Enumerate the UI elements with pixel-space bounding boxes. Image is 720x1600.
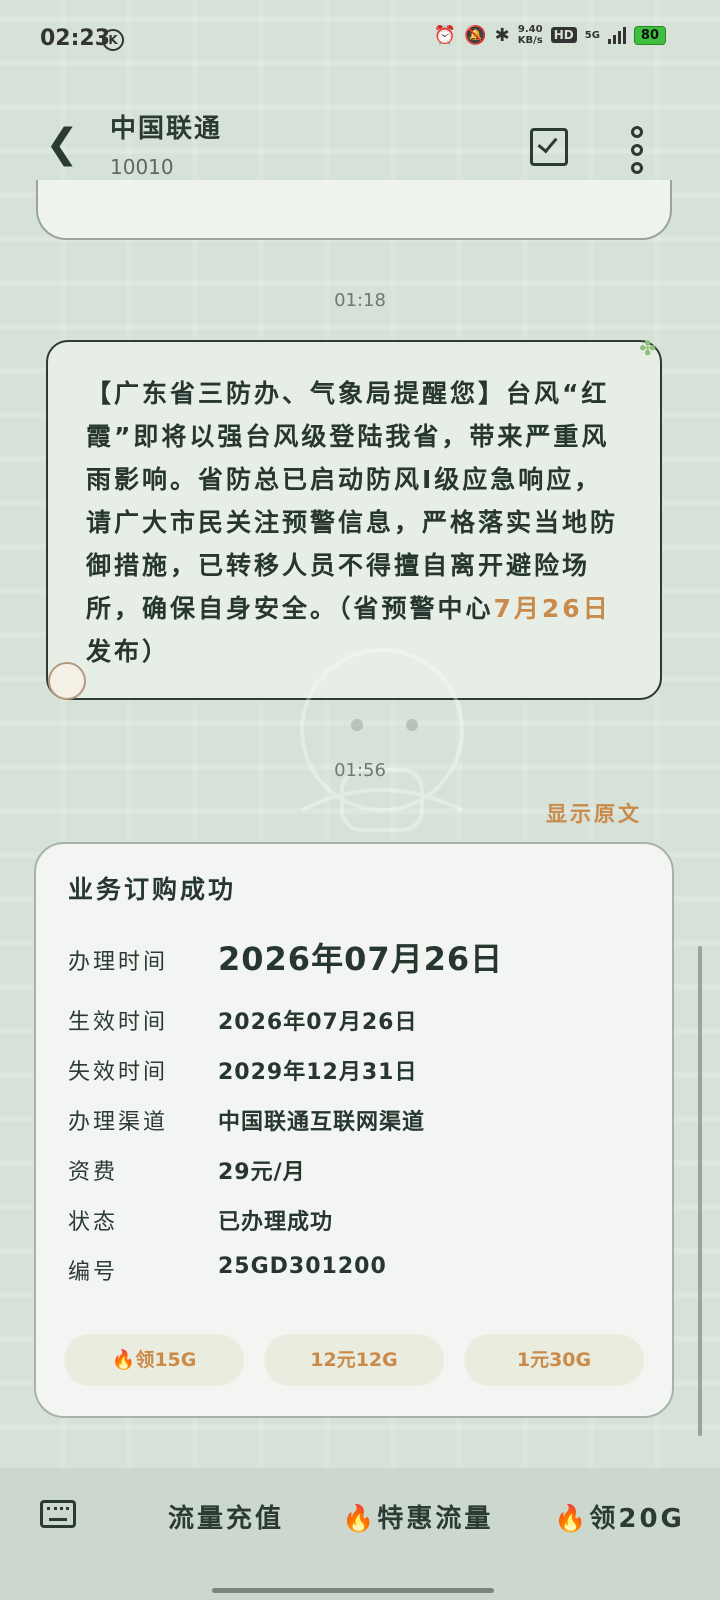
more-options-icon[interactable] (626, 126, 648, 174)
background-illustration (300, 648, 464, 832)
signal-icon (607, 26, 626, 44)
row-value: 2026年07月26日 (218, 1010, 418, 1035)
net-speed: 9.40 KB/s (517, 24, 543, 46)
claim-15g-button[interactable]: 🔥领15G (64, 1334, 244, 1386)
row-value: 已办理成功 (218, 1210, 334, 1235)
scrollbar[interactable] (698, 946, 702, 1436)
menu-claim-20g[interactable]: 🔥领20G (554, 1498, 685, 1535)
12yuan-12g-button[interactable]: 12元12G (264, 1334, 444, 1386)
network-type: 5G (584, 29, 600, 41)
show-original-link[interactable]: 显示原文 (546, 798, 642, 828)
row-value: 25GD301200 (218, 1254, 387, 1279)
keyboard-icon[interactable] (40, 1500, 76, 1528)
hd-badge: HD (550, 27, 577, 43)
fire-icon: 🔥 (111, 1349, 136, 1371)
contact-number: 10010 (110, 155, 174, 179)
date-link[interactable]: 7月26日 (494, 594, 611, 623)
row-value: 中国联通互联网渠道 (218, 1110, 426, 1135)
row-label: 生效时间 (68, 1010, 169, 1035)
menu-special-data[interactable]: 🔥特惠流量 (342, 1498, 493, 1535)
row-label: 办理渠道 (68, 1110, 169, 1135)
status-time: 02:23 (40, 26, 111, 51)
back-icon[interactable]: ❮ (42, 124, 82, 168)
status-icons: ⏰ 🔕 ✱ 9.40 KB/s HD 5G 80 (434, 24, 666, 46)
message-timestamp: 01:56 (334, 760, 386, 781)
status-bar: 02:23 K ⏰ 🔕 ✱ 9.40 KB/s HD 5G 80 (0, 0, 720, 80)
bluetooth-icon: ✱ (494, 24, 510, 46)
row-value: 2026年07月26日 (218, 940, 504, 978)
mute-icon: 🔕 (464, 24, 487, 46)
row-label: 失效时间 (68, 1060, 169, 1085)
previous-message-bubble (36, 180, 672, 240)
card-title: 业务订购成功 (68, 875, 237, 904)
1yuan-30g-button[interactable]: 1元30G (464, 1334, 644, 1386)
avatar (48, 662, 86, 700)
message-timestamp: 01:18 (334, 290, 386, 311)
row-label: 办理时间 (68, 950, 169, 975)
row-label: 状态 (68, 1210, 119, 1235)
battery-icon: 80 (633, 25, 666, 45)
clover-icon: ✤ (639, 336, 656, 360)
menu-data-recharge[interactable]: 流量充值 (168, 1498, 284, 1535)
row-label: 编号 (68, 1260, 119, 1285)
message-text: 【广东省三防办、气象局提醒您】台风“红霞”即将以强台风级登陆我省，带来严重风雨影… (86, 379, 619, 666)
select-checkbox-icon[interactable] (530, 128, 568, 166)
row-label: 资费 (68, 1160, 119, 1185)
subscription-card[interactable]: 业务订购成功 办理时间 2026年07月26日 生效时间 2026年07月26日… (34, 842, 674, 1418)
k-badge-icon: K (102, 29, 124, 51)
fire-icon: 🔥 (342, 1504, 378, 1534)
contact-name: 中国联通 (110, 114, 223, 144)
fire-icon: 🔥 (554, 1504, 590, 1534)
row-value: 29元/月 (218, 1160, 306, 1185)
home-indicator[interactable] (212, 1588, 494, 1593)
alarm-icon: ⏰ (433, 24, 457, 46)
row-value: 2029年12月31日 (218, 1060, 418, 1085)
